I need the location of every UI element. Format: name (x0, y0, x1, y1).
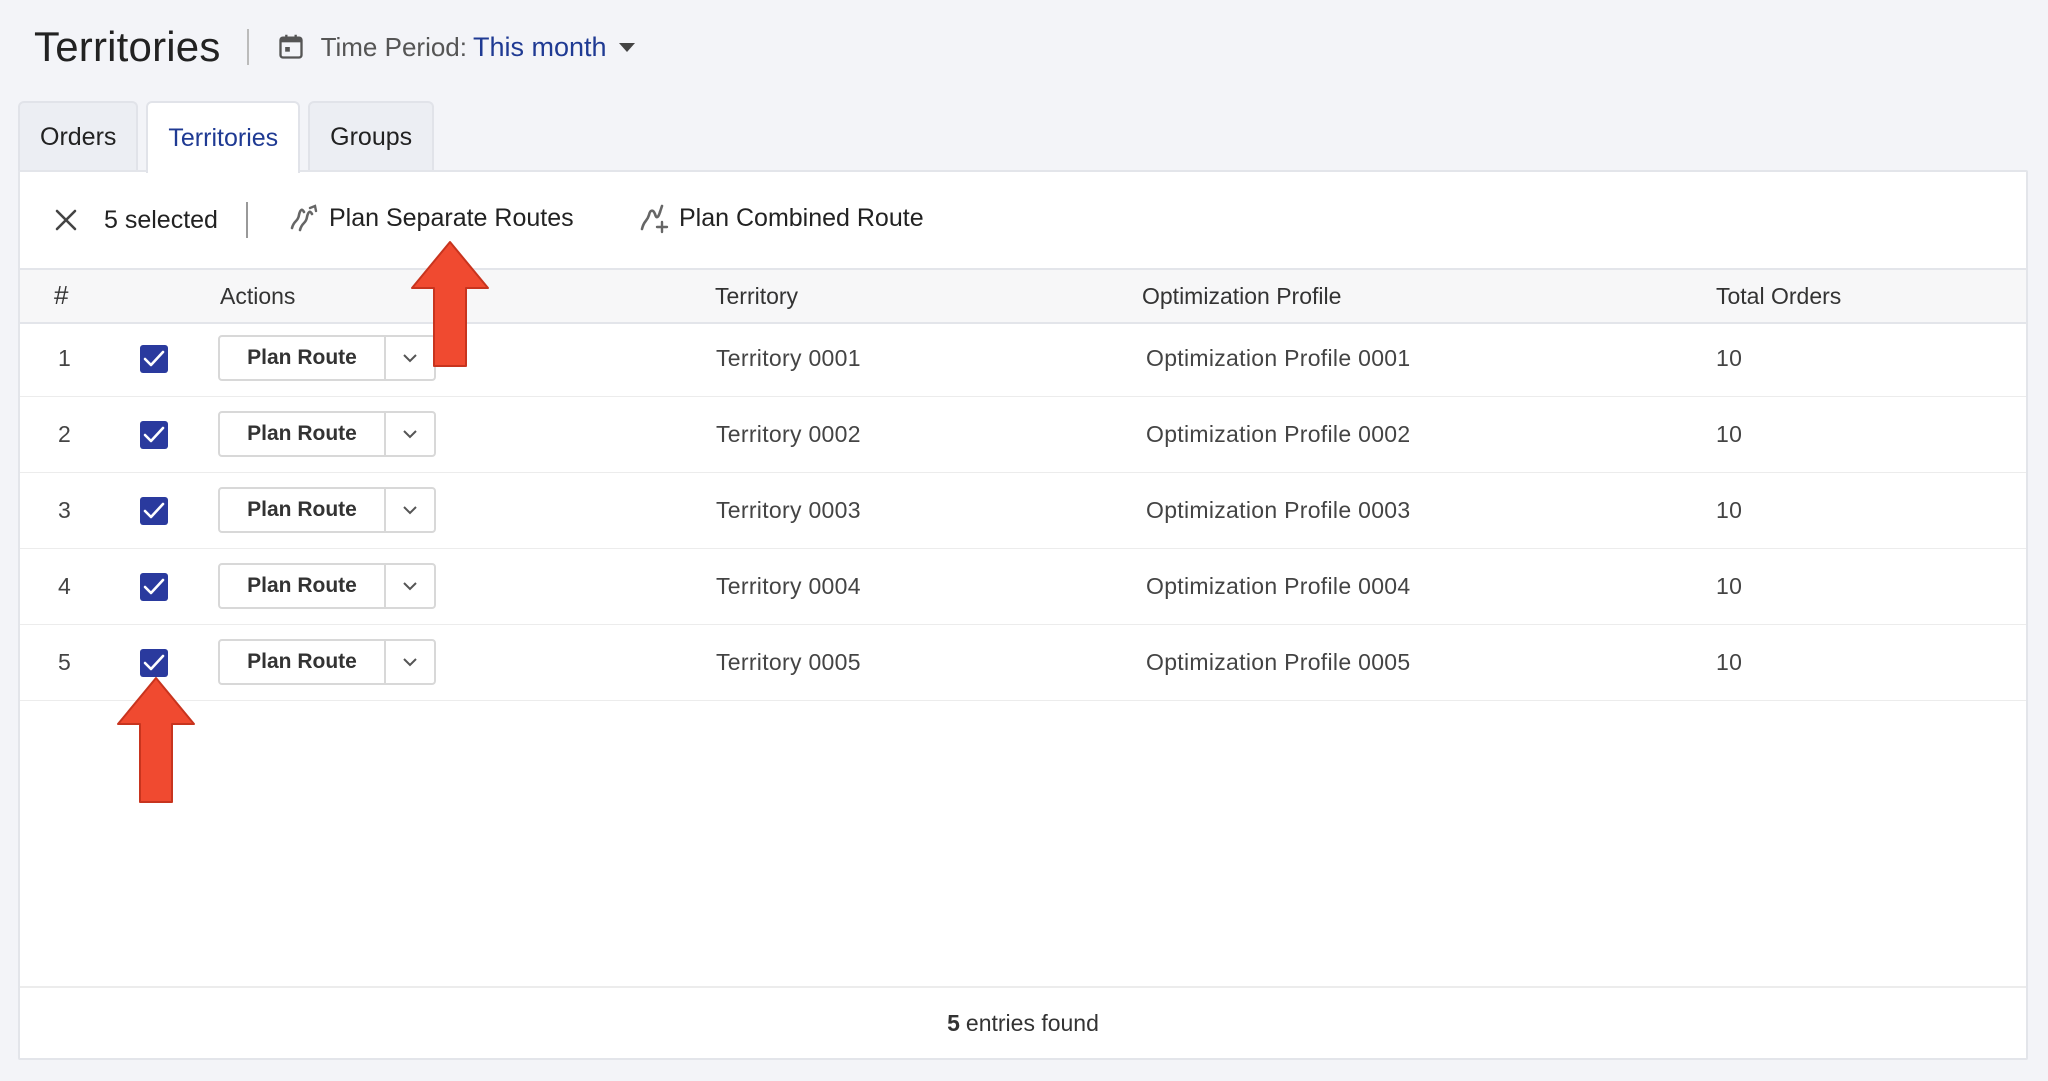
plan-route-options-button[interactable] (386, 565, 434, 607)
plan-separate-routes-label: Plan Separate Routes (329, 203, 574, 232)
chevron-down-icon (403, 430, 417, 439)
plan-combined-route-button[interactable]: Plan Combined Route (638, 202, 924, 234)
time-period-dropdown[interactable]: This month (473, 32, 607, 63)
plan-route-button-group: Plan Route (218, 335, 436, 381)
chevron-down-icon (403, 658, 417, 667)
toolbar-divider (246, 202, 248, 238)
entries-found-footer: 5 entries found (20, 986, 2026, 1058)
plan-separate-routes-icon (290, 204, 318, 232)
entries-count: 5 (947, 1009, 960, 1036)
checkmark-icon (143, 654, 165, 671)
territories-panel: 5 selected Plan Separate Routes Plan Com… (18, 170, 2028, 1060)
total-orders-cell: 10 (1716, 573, 1743, 599)
tab-orders[interactable]: Orders (18, 101, 139, 171)
optimization-profile-cell: Optimization Profile 0003 (1146, 497, 1411, 523)
chevron-down-icon (403, 582, 417, 591)
row-checkbox[interactable] (140, 573, 168, 601)
table-row[interactable]: 3 Plan Route Territory 0003 Optimization… (20, 474, 2026, 549)
plan-route-options-button[interactable] (386, 641, 434, 683)
row-number: 2 (58, 421, 72, 447)
time-period-label: Time Period: (320, 31, 467, 62)
plan-separate-routes-button[interactable]: Plan Separate Routes (288, 202, 574, 234)
chevron-down-icon (403, 506, 417, 515)
optimization-profile-cell: Optimization Profile 0005 (1146, 649, 1411, 675)
row-number: 5 (58, 649, 72, 675)
territory-cell: Territory 0003 (716, 497, 861, 523)
column-header-territory[interactable]: Territory (715, 283, 798, 310)
checkmark-icon (143, 426, 165, 443)
header-divider (246, 29, 249, 65)
plan-route-button[interactable]: Plan Route (220, 337, 386, 379)
calendar-icon[interactable] (277, 33, 305, 61)
row-checkbox[interactable] (140, 345, 168, 373)
column-header-optimization-profile[interactable]: Optimization Profile (1142, 283, 1341, 310)
table-header: # Actions Territory Optimization Profile… (20, 268, 2026, 324)
selection-toolbar: 5 selected Plan Separate Routes Plan Com… (20, 172, 2026, 268)
plan-route-button[interactable]: Plan Route (220, 565, 386, 607)
checkmark-icon (143, 578, 165, 595)
row-number: 3 (58, 497, 72, 523)
column-header-actions: Actions (220, 283, 296, 309)
entries-found-label: entries found (965, 1009, 1099, 1036)
total-orders-cell: 10 (1716, 345, 1743, 371)
total-orders-cell: 10 (1716, 421, 1743, 447)
table-row[interactable]: 1 Plan Route Territory 0001 Optimization… (20, 322, 2026, 397)
plan-route-button-group: Plan Route (218, 563, 436, 609)
tab-groups[interactable]: Groups (308, 101, 435, 171)
close-icon[interactable] (54, 208, 78, 232)
checkmark-icon (143, 350, 165, 367)
total-orders-cell: 10 (1716, 497, 1743, 523)
table-row[interactable]: 5 Plan Route Territory 0005 Optimization… (20, 626, 2026, 701)
plan-route-options-button[interactable] (386, 413, 434, 455)
territory-cell: Territory 0001 (716, 345, 861, 371)
row-checkbox[interactable] (140, 421, 168, 449)
table-row[interactable]: 2 Plan Route Territory 0002 Optimization… (20, 398, 2026, 473)
table-row[interactable]: 4 Plan Route Territory 0004 Optimization… (20, 550, 2026, 625)
total-orders-cell: 10 (1716, 649, 1743, 675)
territory-cell: Territory 0005 (716, 649, 861, 675)
column-header-number: # (54, 280, 69, 310)
territory-cell: Territory 0002 (716, 421, 861, 447)
optimization-profile-cell: Optimization Profile 0004 (1146, 573, 1411, 599)
plan-route-button[interactable]: Plan Route (220, 413, 386, 455)
row-checkbox[interactable] (140, 497, 168, 525)
checkmark-icon (143, 502, 165, 519)
plan-route-button[interactable]: Plan Route (220, 489, 386, 531)
annotation-arrow-up (117, 677, 195, 803)
plan-route-options-button[interactable] (386, 489, 434, 531)
plan-route-button[interactable]: Plan Route (220, 641, 386, 683)
annotation-arrow-up (411, 241, 489, 367)
plan-route-button-group: Plan Route (218, 411, 436, 457)
row-number: 1 (58, 345, 72, 371)
optimization-profile-cell: Optimization Profile 0002 (1146, 421, 1411, 447)
column-header-total-orders[interactable]: Total Orders (1716, 283, 1841, 310)
tab-territories[interactable]: Territories (146, 101, 301, 173)
optimization-profile-cell: Optimization Profile 0001 (1146, 345, 1411, 371)
tab-bar: Orders Territories Groups (18, 101, 442, 173)
page-title: Territories (34, 23, 221, 70)
plan-route-button-group: Plan Route (218, 487, 436, 533)
plan-combined-route-label: Plan Combined Route (679, 203, 924, 232)
selected-count: 5 selected (104, 206, 218, 234)
plan-route-button-group: Plan Route (218, 639, 436, 685)
page-header: Territories Time Period: This month (34, 20, 635, 74)
territory-cell: Territory 0004 (716, 573, 861, 599)
caret-down-icon[interactable] (618, 42, 635, 52)
row-number: 4 (58, 573, 72, 599)
plan-combined-route-icon (640, 204, 669, 234)
row-checkbox[interactable] (140, 649, 168, 677)
